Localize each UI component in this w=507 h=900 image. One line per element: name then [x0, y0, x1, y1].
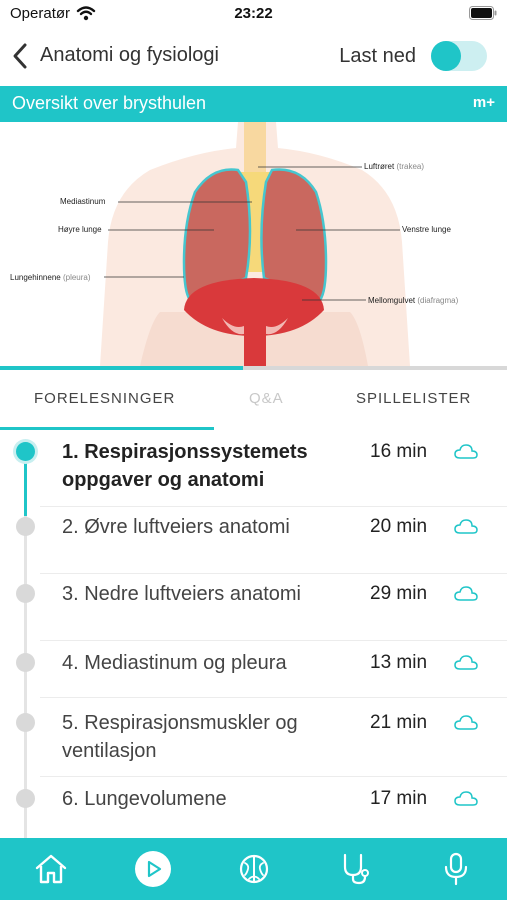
lecture-item[interactable]: 5. Respirasjonsmuskler og ventilasjon 21… [0, 698, 507, 777]
cloud-download-icon[interactable] [454, 791, 478, 812]
anatomy-illustration [100, 122, 410, 366]
lecture-item[interactable]: 3. Nedre luftveiers anatomi 29 min [0, 574, 507, 641]
lecture-title: 4. Mediastinum og pleura [62, 652, 287, 674]
cloud-download-icon[interactable] [454, 586, 478, 607]
lecture-title: 6. Lungevolumene [62, 788, 227, 810]
label-mediastinum: Mediastinum [60, 197, 106, 206]
cloud-download-icon[interactable] [454, 655, 478, 676]
tab-playlists[interactable]: SPILLELISTER [356, 390, 471, 407]
lecture-list: 1. Respirasjonssystemets oppgaver og ana… [0, 430, 507, 838]
section-title: Oversikt over brysthulen [12, 93, 207, 113]
brain-icon[interactable] [236, 851, 272, 887]
label-right-lung: Høyre lunge [58, 225, 102, 234]
stethoscope-icon[interactable] [337, 851, 373, 887]
lecture-status-dot [16, 789, 35, 808]
lecture-item[interactable]: 2. Øvre luftveiers anatomi 20 min [0, 507, 507, 574]
lecture-item[interactable]: 4. Mediastinum og pleura 13 min [0, 641, 507, 698]
lecture-item[interactable]: 6. Lungevolumene 17 min [0, 777, 507, 838]
cloud-download-icon[interactable] [454, 519, 478, 540]
lecture-duration: 16 min [370, 441, 428, 462]
lecture-status-dot [16, 584, 35, 603]
status-bar: Operatør 23:22 [0, 0, 507, 28]
lecture-title: 1. Respirasjonssystemets oppgaver og ana… [62, 441, 308, 491]
toggle-knob [431, 41, 461, 71]
label-trachea: Luftrøret (trakea) [364, 162, 425, 171]
lecture-status-dot [16, 713, 35, 732]
lecture-title: 5. Respirasjonsmuskler og ventilasjon [62, 712, 298, 762]
tab-lectures[interactable]: FORELESNINGER [34, 390, 175, 407]
lecture-duration: 21 min [370, 712, 428, 733]
download-label: Last ned [339, 45, 416, 67]
lecture-item[interactable]: 1. Respirasjonssystemets oppgaver og ana… [0, 430, 507, 507]
lecture-status-dot [16, 442, 35, 461]
label-diaphragm: Mellomgulvet (diafragma) [368, 296, 459, 305]
bottom-tab-bar [0, 838, 507, 900]
download-toggle[interactable] [431, 41, 487, 71]
status-time: 23:22 [234, 5, 273, 22]
back-chevron-icon[interactable] [10, 42, 30, 75]
lecture-status-dot [16, 517, 35, 536]
brand-badge: m+ [472, 94, 495, 111]
battery-icon [469, 6, 497, 25]
lecture-title: 3. Nedre luftveiers anatomi [62, 583, 302, 605]
label-left-lung: Venstre lunge [402, 225, 451, 234]
home-icon[interactable] [33, 851, 69, 887]
section-banner: Oversikt over brysthulen m+ [0, 86, 507, 122]
cloud-download-icon[interactable] [454, 715, 478, 736]
lecture-duration: 17 min [370, 788, 428, 809]
lecture-title: 2. Øvre luftveiers anatomi [62, 516, 290, 538]
navigation-bar: Anatomi og fysiologi Last ned [0, 28, 507, 86]
microphone-icon[interactable] [438, 851, 474, 887]
play-icon[interactable] [135, 851, 171, 887]
content-tabs: FORELESNINGER Q&A SPILLELISTER [0, 370, 507, 430]
cloud-download-icon[interactable] [454, 444, 478, 465]
video-player[interactable]: Luftrøret (trakea) Mediastinum Høyre lun… [0, 122, 507, 366]
tab-qa[interactable]: Q&A [249, 390, 284, 407]
label-pleura: Lungehinnene (pleura) [10, 273, 91, 282]
lecture-status-dot [16, 653, 35, 672]
page-title: Anatomi og fysiologi [40, 44, 219, 66]
lecture-duration: 29 min [370, 583, 428, 604]
lecture-duration: 20 min [370, 516, 428, 537]
lecture-duration: 13 min [370, 652, 428, 673]
